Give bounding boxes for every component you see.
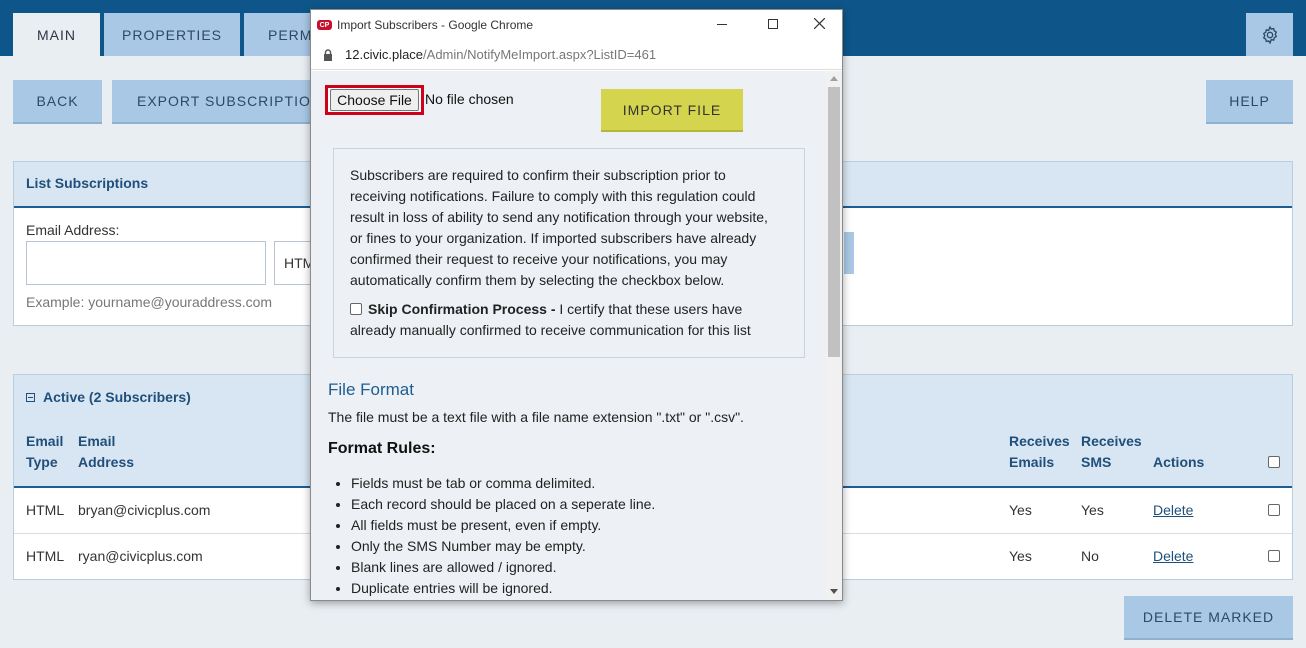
confirmation-notice: Subscribers are required to confirm thei…: [333, 148, 805, 358]
address-bar[interactable]: 12.civic.place/Admin/NotifyMeImport.aspx…: [311, 40, 842, 70]
window-title: Import Subscribers - Google Chrome: [337, 18, 534, 32]
header-receives-emails: Receives Emails: [1009, 433, 1070, 470]
email-address-label: Email Address:: [26, 222, 120, 238]
maximize-icon[interactable]: [768, 19, 778, 29]
header-email-address: Email Address: [78, 433, 135, 470]
popup-scrollbar[interactable]: [826, 71, 842, 600]
civicplus-logo-icon: CP: [317, 20, 332, 30]
list-item: Blank lines are allowed / ignored.: [351, 557, 655, 578]
delete-link[interactable]: Delete: [1153, 502, 1193, 518]
active-collapse-toggle[interactable]: Active (2 Subscribers): [26, 389, 191, 405]
no-file-chosen-text: No file chosen: [425, 91, 514, 107]
email-example-hint: Example: yourname@youraddress.com: [26, 294, 273, 310]
email-type-select[interactable]: HTM: [274, 241, 314, 285]
list-item: Duplicate entries will be ignored.: [351, 578, 655, 599]
minimize-icon[interactable]: [717, 24, 727, 25]
popup-content: Choose File No file chosen IMPORT FILE S…: [311, 71, 826, 600]
notice-line: Subscribers are required to confirm thei…: [350, 167, 726, 183]
tab-main[interactable]: MAIN: [13, 13, 100, 56]
tab-permissions[interactable]: PERMI: [244, 13, 314, 56]
skip-confirmation-text: I certify that these users have: [555, 301, 743, 317]
row-email-type: HTML: [26, 548, 65, 564]
delete-marked-button[interactable]: DELETE MARKED: [1124, 596, 1293, 640]
skip-confirmation-checkbox[interactable]: [350, 303, 362, 315]
row-receives-emails: Yes: [1009, 502, 1032, 518]
window-titlebar: CP Import Subscribers - Google Chrome: [311, 10, 842, 40]
notice-line: confirmed their request to receive your …: [350, 251, 728, 267]
settings-button[interactable]: [1246, 13, 1293, 56]
header-email-type: Email Type: [26, 433, 64, 470]
skip-confirmation-option: Skip Confirmation Process - I certify th…: [350, 299, 788, 341]
url-host: 12.civic.place: [345, 47, 424, 62]
import-subscribers-window: CP Import Subscribers - Google Chrome 12…: [310, 9, 843, 601]
scrollbar-thumb[interactable]: [828, 87, 840, 357]
header-actions: Actions: [1153, 454, 1205, 470]
delete-link[interactable]: Delete: [1153, 548, 1193, 564]
export-subscriptions-button[interactable]: EXPORT SUBSCRIPTIONS: [112, 80, 322, 124]
header-receives-sms: Receives SMS: [1081, 433, 1142, 470]
list-item: Fields must be tab or comma delimited.: [351, 473, 655, 494]
choose-file-button[interactable]: Choose File: [330, 89, 419, 111]
collapse-minus-icon: [26, 392, 35, 402]
row-email-address: ryan@civicplus.com: [78, 548, 203, 564]
notice-line: receiving notifications. Failure to comp…: [350, 188, 756, 204]
skip-confirmation-label: Skip Confirmation Process -: [368, 301, 556, 317]
row-checkbox[interactable]: [1268, 504, 1280, 516]
back-button[interactable]: BACK: [13, 80, 102, 124]
file-format-text: The file must be a text file with a file…: [328, 409, 744, 425]
help-button[interactable]: HELP: [1206, 80, 1293, 124]
notice-line: result in loss of ability to send any no…: [350, 209, 768, 225]
gear-icon: [1262, 25, 1277, 44]
lock-icon: [324, 48, 332, 61]
row-receives-emails: Yes: [1009, 548, 1032, 564]
list-item: Only the SMS Number may be empty.: [351, 536, 655, 557]
list-item: Each record should be placed on a sepera…: [351, 494, 655, 515]
add-button-edge[interactable]: [844, 232, 854, 274]
row-email-address: bryan@civicplus.com: [78, 502, 211, 518]
notice-line: or fines to your organization. If import…: [350, 230, 757, 246]
tab-properties[interactable]: PROPERTIES: [104, 13, 240, 56]
import-file-button[interactable]: IMPORT FILE: [601, 89, 743, 132]
skip-confirmation-text-continued: already manually confirmed to receive co…: [350, 322, 751, 338]
row-receives-sms: Yes: [1081, 502, 1104, 518]
row-receives-sms: No: [1081, 548, 1099, 564]
file-format-title: File Format: [328, 380, 414, 399]
select-all-checkbox[interactable]: [1268, 456, 1280, 468]
list-item: All fields must be present, even if empt…: [351, 515, 655, 536]
active-title: Active (2 Subscribers): [43, 389, 191, 405]
format-rules-list: Fields must be tab or comma delimited. E…: [351, 473, 655, 599]
close-icon[interactable]: [814, 18, 825, 29]
url-path: /Admin/NotifyMeImport.aspx?ListID=461: [423, 47, 657, 62]
scroll-up-arrow-icon[interactable]: [830, 75, 838, 81]
email-address-input[interactable]: [26, 241, 266, 285]
scroll-down-arrow-icon[interactable]: [830, 589, 838, 595]
format-rules-title: Format Rules:: [328, 440, 436, 457]
notice-line: automatically confirm them by selecting …: [350, 272, 725, 288]
row-email-type: HTML: [26, 502, 65, 518]
row-checkbox[interactable]: [1268, 550, 1280, 562]
